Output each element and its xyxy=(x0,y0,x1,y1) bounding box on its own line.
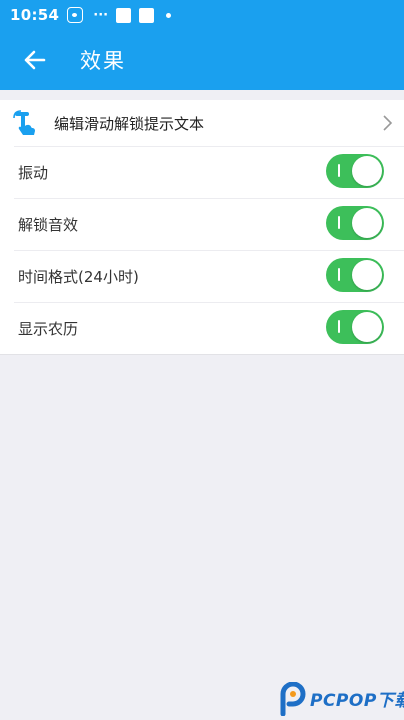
more-notifications-icon: ··· xyxy=(93,7,109,23)
chevron-right-icon xyxy=(383,115,393,131)
edit-unlock-text-item[interactable]: 编辑滑动解锁提示文本 xyxy=(0,100,404,146)
switch-on-mark xyxy=(338,216,340,229)
switch-on-mark xyxy=(338,164,340,177)
unlock-sound-switch[interactable] xyxy=(326,206,384,240)
switch-knob xyxy=(352,260,382,290)
unlock-sound-label: 解锁音效 xyxy=(18,215,79,234)
page-title: 效果 xyxy=(80,49,126,73)
watermark: PCPOP下载 xyxy=(278,682,404,718)
settings-list: 编辑滑动解锁提示文本 振动 解锁音效 时间格式(24小时) 显示农历 xyxy=(0,100,404,355)
time-format-label: 时间格式(24小时) xyxy=(18,267,139,286)
status-bar: 10:54 ··· xyxy=(0,0,404,30)
switch-knob xyxy=(352,208,382,238)
switch-on-mark xyxy=(338,320,340,333)
pcpop-logo-icon xyxy=(280,682,306,716)
toggle-row-lunar-calendar: 显示农历 xyxy=(0,302,404,354)
watermark-text: PCPOP下载 xyxy=(310,691,404,711)
edit-unlock-text-label: 编辑滑动解锁提示文本 xyxy=(54,114,205,133)
switch-on-mark xyxy=(338,268,340,281)
title-bar: 效果 xyxy=(0,30,404,90)
toggle-row-unlock-sound: 解锁音效 xyxy=(0,198,404,250)
switch-knob xyxy=(352,156,382,186)
vibration-switch[interactable] xyxy=(326,154,384,188)
status-time: 10:54 xyxy=(10,6,60,24)
back-button[interactable] xyxy=(10,32,60,88)
hand-pointer-icon xyxy=(13,110,35,135)
dot-icon xyxy=(166,12,172,18)
toggle-row-time-format: 时间格式(24小时) xyxy=(0,250,404,302)
baidu-paw-icon xyxy=(67,7,84,23)
lunar-calendar-label: 显示农历 xyxy=(18,319,79,338)
square-icon xyxy=(116,7,132,23)
vibration-label: 振动 xyxy=(18,163,49,182)
switch-knob xyxy=(352,312,382,342)
arrow-left-icon xyxy=(24,50,46,70)
square-icon xyxy=(139,7,155,23)
toggle-row-vibration: 振动 xyxy=(0,146,404,198)
app-bar: 10:54 ··· 效果 xyxy=(0,0,404,90)
lunar-calendar-switch[interactable] xyxy=(326,310,384,344)
time-format-switch[interactable] xyxy=(326,258,384,292)
